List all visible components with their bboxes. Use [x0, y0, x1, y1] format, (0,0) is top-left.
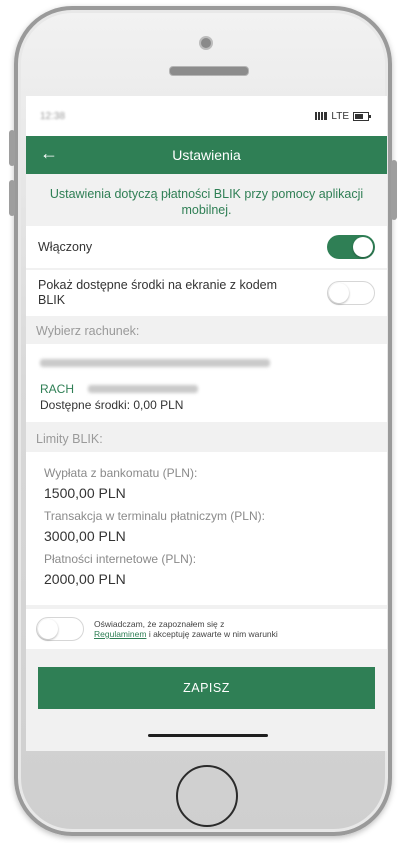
account-number-blurred	[40, 359, 270, 367]
internet-limit-value[interactable]: 2000,00 PLN	[44, 571, 369, 587]
info-text: Ustawienia dotyczą płatności BLIK przy p…	[49, 187, 364, 217]
status-indicators: LTE	[315, 110, 371, 122]
toggle-row-enabled: Włączony	[26, 226, 387, 268]
consent-text-before: Oświadczam, że zapoznałem się z	[94, 619, 225, 629]
camera-icon	[199, 36, 213, 50]
atm-limit-value[interactable]: 1500,00 PLN	[44, 485, 369, 501]
arrow-left-icon[interactable]: ←	[40, 143, 58, 164]
terminal-limit-label: Transakcja w terminalu płatniczym (PLN):	[44, 509, 265, 523]
consent-text-after: i akceptuję zawarte w nim warunki	[148, 629, 278, 639]
toggle-row-show-funds: Pokaż dostępne środki na ekranie z kodem…	[26, 270, 387, 316]
terminal-limit-value[interactable]: 3000,00 PLN	[44, 528, 369, 544]
internet-limit-label: Płatności internetowe (PLN):	[44, 552, 197, 566]
app-header: ← Ustawienia	[26, 136, 387, 174]
regulations-link[interactable]: Regulaminem	[94, 629, 146, 639]
limits-card: Wypłata z bankomatu (PLN): 1500,00 PLN T…	[26, 452, 387, 605]
account-section-label: Wybierz rachunek:	[36, 324, 140, 338]
signal-icon	[315, 112, 328, 120]
phone-screen: 12:38 LTE ← Ustawienia Ustawienia dotycz…	[26, 96, 387, 751]
home-button[interactable]	[176, 765, 238, 827]
enabled-label: Włączony	[38, 239, 93, 254]
consent-text: Oświadczam, że zapoznałem się z Regulami…	[94, 619, 278, 639]
consent-row: Oświadczam, że zapoznałem się z Regulami…	[26, 609, 387, 649]
toggle-knob	[38, 619, 58, 639]
limits-section-label: Limity BLIK:	[36, 432, 103, 446]
account-name-row: RACH	[40, 382, 373, 396]
speaker-grille	[169, 66, 249, 76]
status-time: 12:38	[40, 110, 66, 122]
home-indicator	[148, 734, 268, 737]
power-button	[391, 160, 397, 220]
available-funds: Dostępne środki: 0,00 PLN	[40, 398, 184, 412]
consent-toggle[interactable]	[36, 617, 84, 641]
volume-button	[9, 180, 15, 216]
toggle-knob	[353, 237, 373, 257]
show-funds-label: Pokaż dostępne środki na ekranie z kodem…	[38, 278, 278, 307]
volume-button	[9, 130, 15, 166]
atm-limit-label: Wypłata z bankomatu (PLN):	[44, 466, 198, 480]
battery-icon	[353, 111, 371, 121]
toggle-knob	[329, 283, 349, 303]
network-type: LTE	[331, 110, 349, 122]
show-funds-toggle[interactable]	[327, 281, 375, 305]
account-selector[interactable]: RACH Dostępne środki: 0,00 PLN	[26, 344, 387, 422]
status-bar: 12:38 LTE	[26, 96, 387, 136]
save-button[interactable]: ZAPISZ	[38, 667, 375, 709]
enabled-toggle[interactable]	[327, 235, 375, 259]
account-name-blurred	[88, 385, 199, 393]
page-title: Ustawienia	[172, 147, 241, 163]
account-name: RACH	[40, 382, 75, 396]
